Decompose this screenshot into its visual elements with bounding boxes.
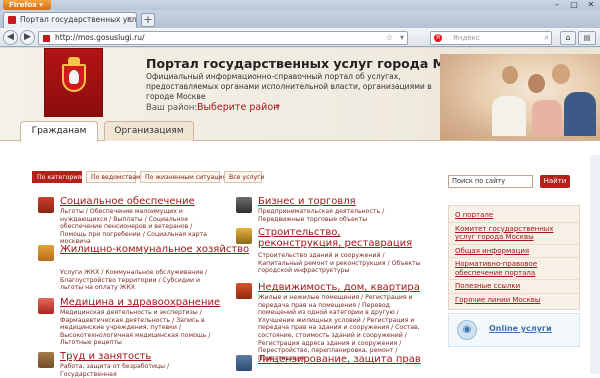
briefcase-icon (38, 352, 54, 368)
person-shape (502, 66, 518, 84)
category-links[interactable]: Работа, защита от безработицы / Государс… (60, 363, 220, 378)
site-title: Портал государственных услуг города Моск… (146, 56, 489, 71)
business-icon (236, 197, 252, 213)
title-bar: Firefox ▾ – □ ✕ (0, 0, 600, 10)
tab-close-icon[interactable]: ✕ (126, 13, 133, 27)
sidebar-link-about[interactable]: О портале (449, 209, 579, 223)
district-select-link[interactable]: Выберите район (197, 102, 279, 113)
sidebar-link-regulations[interactable]: Нормативно-правовое обеспечение портала (449, 258, 579, 280)
site-header: Портал государственных услуг города Моск… (0, 48, 600, 142)
category-title[interactable]: Лицензирование, защита прав (258, 354, 421, 365)
tab-citizens[interactable]: Гражданам (20, 121, 98, 142)
category-title[interactable]: Строительство, реконструкция, реставраци… (258, 227, 418, 249)
district-target-icon[interactable]: ⌖ (275, 102, 280, 112)
sidebar-link-committee[interactable]: Комитет государственных услуг города Мос… (449, 223, 579, 245)
maximize-icon[interactable]: □ (566, 0, 582, 10)
main-content: По категориям По ведомствам По жизненным… (18, 155, 580, 378)
bookmark-star-icon[interactable]: ☆ (386, 32, 393, 44)
url-dropdown-icon[interactable]: ▾ (400, 32, 404, 44)
audience-tabs: Гражданам Организациям (0, 121, 600, 142)
site-subtitle: Официальный информационно-справочный пор… (146, 72, 432, 101)
category-links[interactable]: Льготы / Обеспечение малоимущих и нуждаю… (60, 208, 220, 246)
category-title-text: Жилищно-коммунальное хозяйство (60, 244, 250, 255)
bookmarks-menu-icon[interactable]: ▤ (578, 31, 596, 45)
house-icon (38, 245, 54, 261)
sidebar-link-useful[interactable]: Полезные ссылки (449, 280, 579, 294)
home-icon[interactable]: ⌂ (560, 31, 576, 45)
category-links[interactable]: Жилые и нежилые помещения / Регистрация … (258, 294, 423, 362)
url-text: http://mos.gosuslugi.ru/ (55, 33, 145, 42)
category-title[interactable]: Медицина и здравоохранение (60, 297, 220, 308)
medicine-icon (38, 298, 54, 314)
close-window-icon[interactable]: ✕ (583, 0, 599, 10)
moscow-coat-of-arms-logo[interactable] (44, 48, 103, 117)
browser-tab[interactable]: Портал государственных услуг города... ✕ (3, 12, 137, 28)
category-links[interactable]: Предпринимательская деятельность / Перед… (258, 208, 423, 223)
rider-shape (69, 70, 79, 84)
vertical-scrollbar[interactable] (590, 155, 600, 374)
search-engine-input[interactable]: Я Яндекс ⌕ (430, 31, 552, 45)
licensing-icon (236, 355, 252, 371)
category-title[interactable]: Жилищно-коммунальное хозяйство (60, 244, 249, 255)
category-title[interactable]: Недвижимость, дом, квартира (258, 282, 420, 293)
tab-bar: Портал государственных услуг города... ✕… (0, 10, 600, 28)
url-favicon-icon (43, 35, 50, 42)
firefox-menu-button[interactable]: Firefox ▾ (3, 0, 51, 10)
search-icon[interactable]: ⌕ (545, 32, 549, 44)
sidebar-menu: О портале Комитет государственных услуг … (448, 205, 580, 310)
site-search-button[interactable]: Найти (540, 175, 570, 188)
sidebar-link-hotlines[interactable]: Горячие линии Москвы (449, 294, 579, 307)
yandex-icon: Я (434, 34, 442, 42)
category-title[interactable]: Труд и занятость (60, 351, 151, 362)
category-title[interactable]: Социальное обеспечение (60, 196, 195, 207)
back-arrow-icon[interactable]: ◀ (3, 30, 18, 45)
realty-icon (236, 283, 252, 299)
social-book-icon (38, 197, 54, 213)
category-title[interactable]: Бизнес и торговля (258, 196, 356, 207)
site-favicon-icon (8, 16, 16, 24)
new-tab-button[interactable]: + (141, 13, 155, 27)
category-links[interactable]: Медицинская деятельность и экспертизы / … (60, 309, 220, 347)
filter-by-life-situation[interactable]: По жизненным ситуациям (140, 171, 231, 183)
search-placeholder: Яндекс (453, 34, 480, 42)
minimize-icon[interactable]: – (549, 0, 565, 10)
filter-all-services[interactable]: Все услуги (224, 171, 264, 183)
navigation-bar: ◀ ▶ http://mos.gosuslugi.ru/ ☆ ▾ Я Яндек… (0, 28, 600, 47)
tab-organizations[interactable]: Организациям (104, 121, 194, 141)
forward-arrow-icon[interactable]: ▶ (20, 30, 35, 45)
crown-shape (68, 57, 80, 64)
browser-window: Firefox ▾ – □ ✕ Портал государственных у… (0, 0, 600, 378)
sidebar-link-general-info[interactable]: Общая информация (449, 245, 579, 258)
online-services-box[interactable]: ◉ Online услуги (448, 313, 580, 347)
wifi-icon: ◉ (457, 320, 477, 340)
filter-by-category[interactable]: По категориям (32, 171, 86, 183)
person-shape (552, 64, 570, 84)
url-input[interactable]: http://mos.gosuslugi.ru/ ☆ ▾ (38, 31, 408, 45)
construction-icon (236, 228, 252, 244)
category-links[interactable]: Строительство зданий и сооружений / Капи… (258, 252, 423, 275)
category-links[interactable]: Услуги ЖКХ / Коммунальное обслуживание /… (60, 269, 220, 292)
tab-title: Портал государственных услуг города... (20, 15, 137, 24)
district-label: Ваш район: (146, 103, 198, 113)
filter-by-agency[interactable]: По ведомствам (86, 171, 141, 183)
online-services-link[interactable]: Online услуги (489, 324, 552, 333)
person-shape (528, 74, 545, 93)
site-search-input[interactable]: Поиск по сайту (448, 175, 533, 188)
